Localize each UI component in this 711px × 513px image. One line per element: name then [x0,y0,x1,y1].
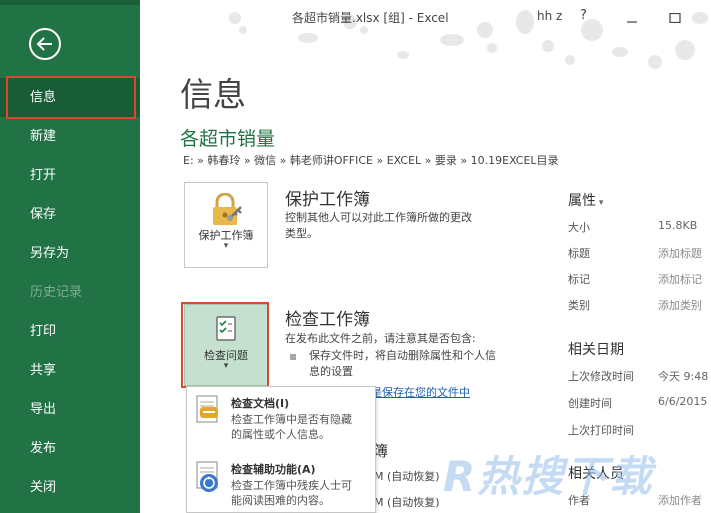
back-button[interactable] [29,28,61,60]
nav-item-export[interactable]: 导出 [0,390,140,429]
protect-heading: 保护工作簿 [285,190,370,210]
accessibility-check-icon [196,461,218,492]
page-title: 信息 [180,75,246,114]
nav-item-share[interactable]: 共享 [0,351,140,390]
properties-heading-label: 属性 [568,193,596,209]
window-title: 各超市销量.xlsx [组] - Excel [292,11,449,25]
menu-item-inspect-document-title: 检查文档(I) [231,397,290,410]
add-category-field[interactable]: 添加类别 [658,297,702,313]
related-dates-heading: 相关日期 [568,342,624,358]
date-value: 今天 9:48 [658,370,709,383]
property-key: 类别 [568,299,590,312]
dropdown-arrow-icon: ▾ [596,198,604,208]
check-issues-menu: 检查文档(I) 检查工作簿中是否有隐藏的属性或个人信息。 检查辅助功能(A) 检… [186,386,376,513]
lock-key-icon [213,193,242,225]
date-key: 上次修改时间 [568,370,634,383]
nav-item-save[interactable]: 保存 [0,195,140,234]
date-key: 创建时间 [568,397,612,410]
inspect-heading: 检查工作簿 [285,310,370,330]
protect-workbook-button[interactable]: 保护工作簿 ▾ [184,182,268,268]
add-tags-field[interactable]: 添加标记 [658,271,702,287]
document-name: 各超市销量 [180,128,276,150]
property-key: 标题 [568,247,590,260]
inspect-document-icon [196,395,218,423]
version-row-2[interactable]: M (自动恢复) [374,494,440,510]
check-issues-highlight-box [181,302,269,388]
nav-item-new[interactable]: 新建 [0,117,140,156]
properties-heading[interactable]: 属性 ▾ [568,190,603,210]
nav-item-close[interactable]: 关闭 [0,468,140,507]
add-author-field[interactable]: 添加作者 [658,492,702,508]
info-highlight-box [6,76,136,119]
user-name[interactable]: hh z [537,9,562,23]
property-key: 大小 [568,221,590,234]
nav-item-history: 历史记录 [30,285,83,300]
protect-description-line1: 控制其他人可以对此工作簿所做的更改 [285,211,472,224]
menu-item-check-accessibility-title: 检查辅助功能(A) [231,463,316,476]
bullet-marker [290,354,296,360]
protect-description-line2: 类型。 [285,227,318,240]
menu-item-inspect-document[interactable]: 检查文档(I) 检查工作簿中是否有隐藏的属性或个人信息。 [187,387,377,447]
version-row-1[interactable]: M (自动恢复) [374,468,440,484]
minimize-icon[interactable] [626,13,638,23]
inspect-description: 在发布此文件之前，请注意其是否包含: [285,332,476,345]
watermark: R热搜下载 [443,452,654,501]
nav-item-save-as[interactable]: 另存为 [0,234,140,273]
menu-item-inspect-document-desc: 检查工作簿中是否有隐藏的属性或个人信息。 [231,413,352,441]
breadcrumb[interactable]: E: » 韩春玲 » 微信 » 韩老师讲OFFICE » EXCEL » 要录 … [183,152,559,168]
chevron-down-icon: ▾ [223,241,229,251]
add-title-field[interactable]: 添加标题 [658,245,702,261]
help-button[interactable]: ? [580,8,587,23]
property-key: 标记 [568,273,590,286]
property-value: 15.8KB [658,219,698,232]
personal-info-link[interactable]: 是保存在您的文件中 [371,384,470,400]
nav-item-publish[interactable]: 发布 [0,429,140,468]
inspect-bullet-text: 保存文件时，将自动删除属性和个人信息的设置 [309,349,496,378]
menu-item-check-accessibility[interactable]: 检查辅助功能(A) 检查工作簿中残疾人士可能阅读困难的内容。 [187,453,377,513]
back-arrow-icon [36,37,52,51]
menu-item-check-accessibility-desc: 检查工作簿中残疾人士可能阅读困难的内容。 [231,479,352,507]
nav-item-print[interactable]: 打印 [0,312,140,351]
date-value: 6/6/2015 [658,395,708,408]
restore-icon[interactable] [669,13,681,23]
nav-top-stripe [0,0,140,5]
nav-item-open[interactable]: 打开 [0,156,140,195]
date-key: 上次打印时间 [568,424,634,437]
